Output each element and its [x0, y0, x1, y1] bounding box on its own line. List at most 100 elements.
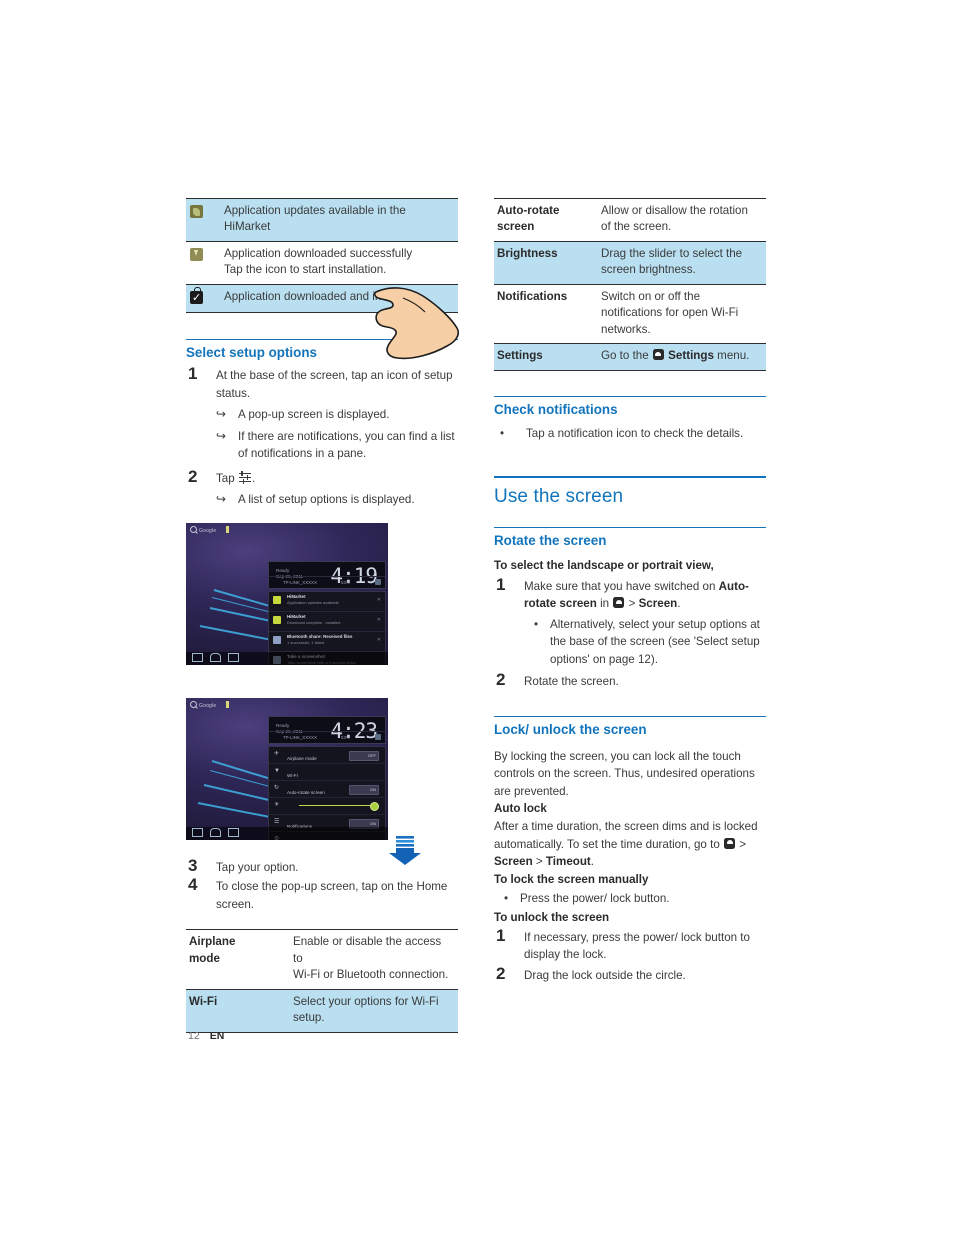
heading-use-the-screen: Use the screen	[494, 476, 766, 508]
airplane-icon: ✈	[274, 751, 280, 758]
step-text: Make sure that you have switched on Auto…	[524, 578, 766, 613]
quick-setting-brightness[interactable]: ☀	[269, 798, 385, 815]
step-text-before-icon: Tap	[216, 471, 235, 485]
brightness-slider-knob[interactable]	[370, 801, 379, 811]
toggle-switch[interactable]: ON	[349, 784, 379, 795]
clock-date-line1: Ready	[276, 722, 290, 728]
setup-options-table-left: Airplane mode Enable or disable the acce…	[186, 929, 458, 1033]
option-name: Airplane mode	[186, 930, 289, 989]
arrow-icon: ↪	[216, 428, 227, 443]
step-text-a: Make sure that you have switched on	[524, 579, 716, 593]
rotate-icon: ↻	[274, 785, 280, 792]
quick-setting-auto-rotate[interactable]: ↻ Auto-rotate screen ON	[269, 781, 385, 798]
search-icon	[190, 525, 197, 533]
quick-settings-button[interactable]	[375, 733, 381, 740]
list-item[interactable]: HiMarket Application updates available ✕	[269, 592, 385, 612]
bullet-text: Tap a notification icon to check the det…	[526, 426, 744, 440]
battery-label: 53%	[341, 579, 350, 585]
clock-panel: Ready Sep 26, 2011 4:23 TP-LINK_XXXXX 53…	[268, 715, 386, 744]
quick-setting-airplane-mode[interactable]: ✈ Airplane mode OFF	[269, 747, 385, 764]
bullet-icon: •	[500, 426, 505, 440]
home-icon[interactable]	[210, 652, 221, 662]
sub-item-text: A pop-up screen is displayed.	[238, 408, 390, 422]
search-label: Google	[199, 702, 217, 709]
option-description: Enable or disable the access to Wi-Fi or…	[289, 930, 458, 989]
step-text: Tap .	[216, 470, 458, 488]
close-icon[interactable]: ✕	[377, 637, 381, 643]
toggle-value: OFF	[368, 752, 376, 758]
battery-label: 53%	[341, 734, 350, 740]
step-text-e: .	[677, 597, 681, 611]
list-item[interactable]: Bluetooth share: Received files 1 succes…	[269, 632, 385, 652]
sub-item-text: A list of setup options is displayed.	[238, 493, 415, 507]
status-text: Application updates available in the HiM…	[220, 199, 458, 242]
step-number: 2	[188, 466, 198, 486]
toggle-switch[interactable]: OFF	[349, 750, 379, 761]
sub-item: ↪ If there are notifications, you can fi…	[216, 428, 458, 463]
back-icon[interactable]	[192, 827, 203, 837]
close-icon[interactable]: ✕	[377, 597, 381, 603]
option-name: Brightness	[494, 241, 597, 284]
clock-date-line1: Ready	[276, 567, 290, 573]
heading-lock-unlock-the-screen: Lock/ unlock the screen	[494, 715, 766, 737]
application-downloaded-icon	[190, 247, 203, 261]
list-item[interactable]: HiMarket Download complete - installed ✕	[269, 612, 385, 632]
step-number: 1	[496, 925, 506, 945]
auto-lock-separator-2: >	[535, 855, 543, 869]
home-icon[interactable]	[210, 827, 221, 837]
option-description-line2: setup.	[293, 1011, 325, 1025]
option-name-line1: Brightness	[497, 246, 558, 260]
heading-auto-lock: Auto lock	[494, 802, 547, 816]
option-description-line2: of the screen.	[601, 220, 672, 234]
step-number: 2	[496, 963, 506, 983]
auto-lock-text: After a time duration, the screen dims a…	[494, 818, 766, 871]
settings-gear-icon	[613, 597, 625, 609]
close-icon[interactable]: ✕	[377, 617, 381, 623]
option-description: Allow or disallow the rotation of the sc…	[597, 199, 766, 242]
quick-setting-label: Auto-rotate screen	[287, 789, 325, 795]
table-row: Settings Go to the Settings menu.	[494, 343, 766, 371]
app-icon	[273, 595, 281, 604]
status-text-line1: Application downloaded and installed	[224, 289, 415, 303]
recents-icon[interactable]	[228, 652, 239, 662]
check-notifications-bullet: • Tap a notification icon to check the d…	[494, 425, 766, 442]
tablet-notification-panel-screenshot: Google Ready Sep 26, 2011 4:19 TP-LINK_X…	[186, 522, 388, 665]
bluetooth-icon	[273, 635, 281, 644]
recents-icon[interactable]	[228, 827, 239, 837]
table-row: Wi-Fi Select your options for Wi-Fi setu…	[186, 989, 458, 1033]
heading-check-notifications: Check notifications	[494, 395, 766, 417]
option-description-line1: Select your options for Wi-Fi	[293, 994, 439, 1008]
sub-item-text: If there are notifications, you can find…	[238, 429, 455, 461]
auto-lock-separator-1: >	[739, 837, 747, 851]
option-description: Drag the slider to select the screen bri…	[597, 241, 766, 284]
option-name: Notifications	[494, 284, 597, 343]
option-name: Auto-rotate screen	[494, 199, 597, 242]
back-icon[interactable]	[192, 652, 203, 662]
step-4: 4 To close the pop-up screen, tap on the…	[186, 875, 458, 913]
option-name-line1: Notifications	[497, 289, 568, 303]
unlock-step-2: 2 Drag the lock outside the circle.	[494, 963, 766, 985]
status-bar-search: Google	[190, 525, 229, 534]
sub-item: ↪ A list of setup options is displayed.	[216, 491, 458, 508]
auto-lock-end: .	[590, 855, 595, 869]
lock-intro-text: By locking the screen, you can lock all …	[494, 749, 755, 798]
quick-settings-button[interactable]	[375, 578, 381, 585]
quick-settings-list: ✈ Airplane mode OFF ▼ Wi-Fi ↻ Auto-rotat…	[268, 745, 386, 840]
table-row: Auto-rotate screen Allow or disallow the…	[494, 198, 766, 242]
step-number: 3	[188, 855, 198, 875]
application-installed-icon-cell	[186, 284, 220, 312]
step-text-c: in	[600, 597, 610, 611]
auto-lock-text-a: After a time duration, the screen dims a…	[494, 820, 758, 851]
quick-setting-label: Airplane mode	[287, 755, 317, 761]
left-column: Application updates available in the HiM…	[186, 198, 460, 1033]
notification-detail: Download complete - installed	[287, 619, 341, 625]
clock-status-row: TP-LINK_XXXXX 53%	[269, 575, 385, 588]
quick-setting-label: Wi-Fi	[287, 772, 298, 778]
quick-setting-wifi[interactable]: ▼ Wi-Fi	[269, 764, 385, 781]
option-description-line2: screen brightness.	[601, 263, 696, 277]
page-footer: 12 EN	[188, 1030, 224, 1042]
table-row: Notifications Switch on or off the notif…	[494, 284, 766, 343]
step-number: 2	[496, 670, 506, 690]
table-row: Application updates available in the HiM…	[186, 198, 458, 242]
brightness-slider[interactable]	[299, 804, 371, 807]
